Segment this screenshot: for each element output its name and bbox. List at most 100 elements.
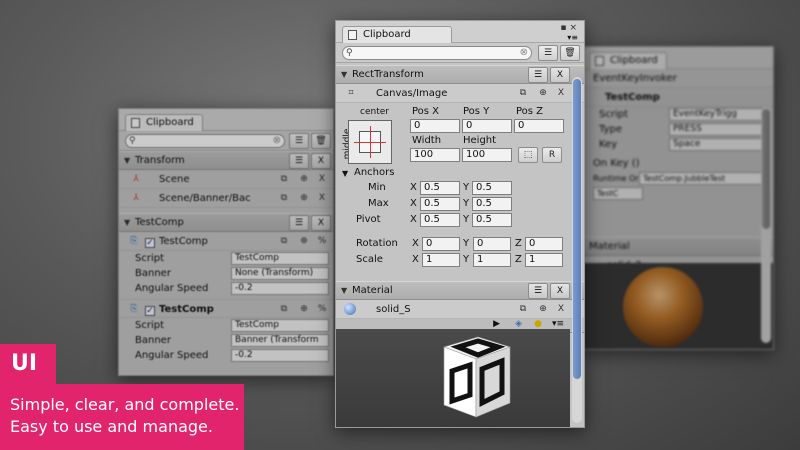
list-item[interactable]: solid_S ⧉ ⊕ X: [336, 300, 584, 319]
scale-y-field[interactable]: 1: [473, 253, 511, 267]
window-menu-icon[interactable]: ▾≡: [567, 33, 578, 42]
scale-z-field[interactable]: 1: [525, 253, 563, 267]
tab-clipboard[interactable]: Clipboard: [589, 52, 667, 69]
tab-clipboard[interactable]: Clipboard: [342, 26, 452, 43]
enum-dropdown[interactable]: Space: [669, 138, 769, 151]
width-field[interactable]: 100: [410, 148, 460, 162]
fold-arrow-icon[interactable]: ▼: [341, 282, 347, 300]
light-icon[interactable]: ●: [534, 319, 542, 329]
object-field[interactable]: EventKeyTrigg: [669, 108, 769, 121]
anchor-preset-button[interactable]: [348, 120, 392, 164]
play-icon[interactable]: ▶: [493, 319, 500, 329]
anchor-max-x-field[interactable]: 0.5: [420, 197, 460, 211]
scrollbar[interactable]: [761, 107, 771, 343]
window-controls[interactable]: ▪×: [560, 23, 580, 33]
delete-button[interactable]: 🗑: [311, 133, 331, 149]
promo-line-2: Easy to use and manage.: [10, 417, 213, 436]
remove-section-button[interactable]: X: [311, 153, 331, 169]
pos-x-field[interactable]: 0: [410, 119, 460, 133]
list-view-button[interactable]: ☰: [538, 45, 558, 61]
search-input[interactable]: ⚲ ⊗: [125, 134, 285, 148]
remove-section-button[interactable]: X: [550, 67, 570, 83]
method-field[interactable]: TestComp.JubbleTest: [639, 172, 769, 185]
scrollbar-thumb[interactable]: [573, 79, 581, 379]
component-row[interactable]: ⎘ ✓ TestComp ⧉ ⊕%: [119, 232, 333, 251]
section-header-transform[interactable]: ▼ Transform ☰ X: [119, 151, 333, 170]
rotation-x-field[interactable]: 0: [422, 237, 460, 251]
tab-clipboard[interactable]: Clipboard: [125, 114, 203, 131]
blueprint-mode-button[interactable]: ⬚: [518, 147, 538, 163]
pos-y-field[interactable]: 0: [462, 119, 512, 133]
select-target-icon[interactable]: ⊕: [536, 302, 550, 316]
select-target-icon[interactable]: ⊕: [297, 172, 311, 186]
section-header-recttransform[interactable]: ▼ RectTransform ☰ X: [336, 65, 584, 84]
link-icon[interactable]: %: [315, 234, 329, 248]
enabled-checkbox[interactable]: ✓: [145, 306, 155, 316]
section-header-testcomp[interactable]: ▼ TestComp ☰ X: [119, 213, 333, 232]
preview-menu-icon[interactable]: ▾≡: [552, 319, 564, 329]
remove-icon[interactable]: X: [315, 172, 329, 186]
raw-edit-button[interactable]: R: [542, 147, 562, 163]
select-target-icon[interactable]: ⊕: [297, 191, 311, 205]
fold-arrow-icon[interactable]: ▼: [124, 152, 130, 170]
anchor-min-y-field[interactable]: 0.5: [472, 181, 512, 195]
list-item[interactable]: ⅄ Scene/Banner/Bac ⧉ ⊕ X: [119, 189, 333, 208]
angular-speed-field[interactable]: -0.2: [231, 349, 329, 362]
list-button[interactable]: ☰: [289, 215, 309, 231]
enum-dropdown[interactable]: PRESS: [669, 123, 769, 136]
link-icon[interactable]: %: [315, 302, 329, 316]
height-field[interactable]: 100: [462, 148, 512, 162]
list-button[interactable]: ☰: [528, 283, 548, 299]
fold-arrow-icon[interactable]: ▼: [342, 169, 348, 178]
anchor-min-x-field[interactable]: 0.5: [420, 181, 460, 195]
scrollbar-thumb[interactable]: [762, 109, 770, 229]
target-field[interactable]: TestC: [593, 187, 643, 200]
clear-search-icon[interactable]: ⊗: [273, 135, 281, 146]
remove-icon[interactable]: X: [315, 191, 329, 205]
select-target-icon[interactable]: ⊕: [297, 302, 311, 316]
pos-z-field[interactable]: 0: [514, 119, 564, 133]
delete-button[interactable]: 🗑: [560, 45, 580, 61]
list-item[interactable]: ⌗ Canvas/Image ⧉ ⊕ X: [336, 84, 584, 103]
fold-arrow-icon[interactable]: ▼: [124, 214, 130, 232]
list-button[interactable]: ☰: [528, 67, 548, 83]
list-item[interactable]: ⅄ Scene ⧉ ⊕ X: [119, 170, 333, 189]
scrollbar[interactable]: [572, 77, 582, 423]
rotation-y-field[interactable]: 0: [473, 237, 511, 251]
section-header-material[interactable]: Material: [583, 237, 773, 256]
remove-section-button[interactable]: X: [550, 283, 570, 299]
clear-search-icon[interactable]: ⊗: [520, 47, 528, 58]
copy-icon[interactable]: ⧉: [277, 302, 291, 316]
component-row[interactable]: ⎘ ✓ TestComp ⧉ ⊕%: [119, 299, 333, 318]
fold-arrow-icon[interactable]: ▼: [341, 66, 347, 84]
scale-x-field[interactable]: 1: [422, 253, 460, 267]
remove-icon[interactable]: X: [554, 302, 568, 316]
copy-icon[interactable]: ⧉: [516, 86, 530, 100]
rotation-z-field[interactable]: 0: [525, 237, 563, 251]
select-target-icon[interactable]: ⊕: [297, 234, 311, 248]
list-item[interactable]: EventKeyInvoker: [583, 69, 773, 88]
enabled-checkbox[interactable]: ✓: [145, 238, 155, 248]
script-field[interactable]: TestComp: [231, 319, 329, 332]
list-item[interactable]: TestComp: [583, 88, 773, 107]
select-target-icon[interactable]: ⊕: [536, 86, 550, 100]
copy-icon[interactable]: ⧉: [516, 302, 530, 316]
pivot-x-field[interactable]: 0.5: [420, 213, 460, 227]
close-icon[interactable]: ×: [569, 23, 580, 33]
copy-icon[interactable]: ⧉: [277, 234, 291, 248]
script-field[interactable]: TestComp: [231, 252, 329, 265]
remove-icon[interactable]: X: [554, 86, 568, 100]
angular-speed-field[interactable]: -0.2: [231, 282, 329, 295]
mesh-cube-icon[interactable]: ◈: [515, 319, 522, 329]
banner-field[interactable]: Banner (Transform: [231, 334, 329, 347]
remove-section-button[interactable]: X: [311, 215, 331, 231]
list-button[interactable]: ☰: [289, 153, 309, 169]
list-view-button[interactable]: ☰: [289, 133, 309, 149]
section-header-material[interactable]: ▼ Material ☰ X: [336, 281, 584, 300]
search-input[interactable]: ⚲ ⊗: [342, 46, 532, 60]
copy-icon[interactable]: ⧉: [277, 191, 291, 205]
anchor-max-y-field[interactable]: 0.5: [472, 197, 512, 211]
copy-icon[interactable]: ⧉: [277, 172, 291, 186]
banner-field[interactable]: None (Transform): [231, 267, 329, 280]
pivot-y-field[interactable]: 0.5: [472, 213, 512, 227]
